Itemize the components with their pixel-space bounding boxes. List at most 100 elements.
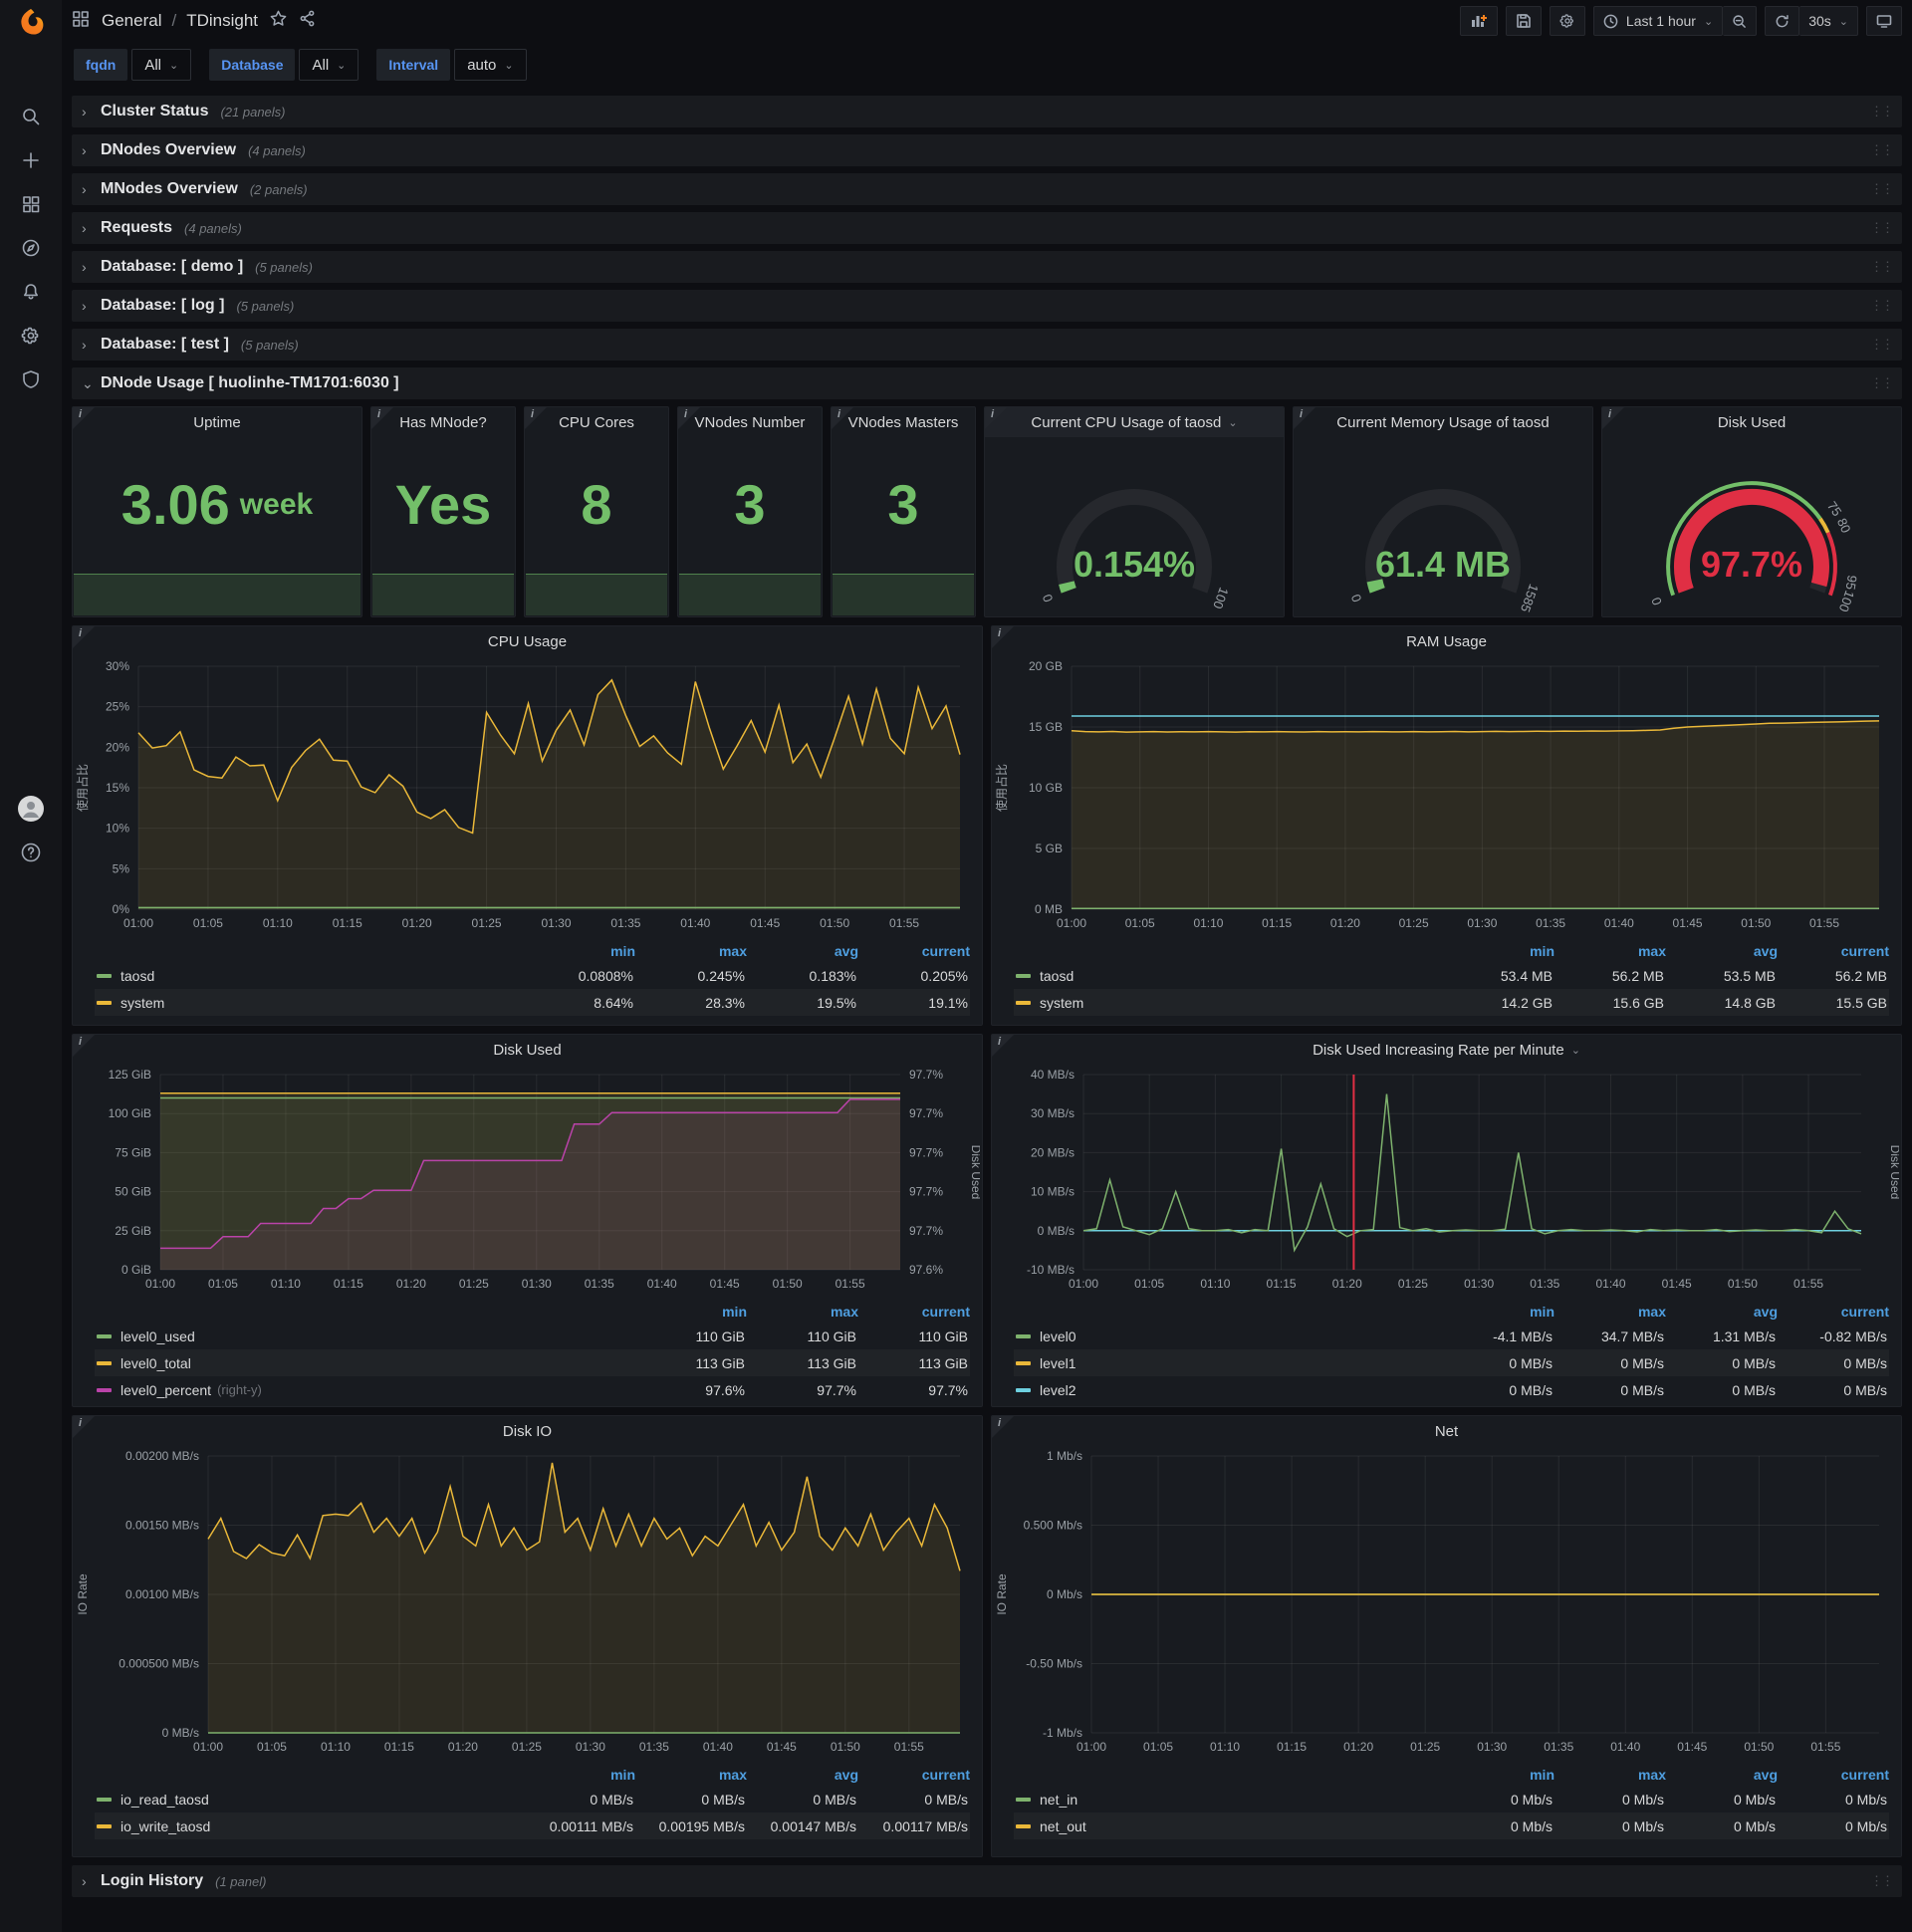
legend-column-header[interactable]: min <box>635 1304 747 1320</box>
legend-column-header[interactable]: min <box>1443 943 1554 959</box>
panel-title[interactable]: Uptime <box>193 414 241 431</box>
help-icon[interactable] <box>0 836 62 869</box>
variable-label[interactable]: fqdn <box>74 49 128 81</box>
panel-title[interactable]: Net <box>1435 1423 1458 1440</box>
save-dashboard-button[interactable] <box>1505 6 1542 36</box>
panel-info-corner[interactable] <box>73 1416 95 1438</box>
row-header-database-log[interactable]: › Database: [ log ] (5 panels) ⋮⋮ <box>72 290 1902 322</box>
row-header-mnodes-overview[interactable]: › MNodes Overview (2 panels) ⋮⋮ <box>72 173 1902 205</box>
panel-info-corner[interactable] <box>73 626 95 648</box>
panel-info-corner[interactable] <box>992 1416 1014 1438</box>
legend-row-taosd[interactable]: taosd 0.0808% 0.245% 0.183% 0.205% <box>95 962 970 989</box>
panel-title[interactable]: RAM Usage <box>1406 633 1487 650</box>
legend-row-net-out[interactable]: net_out 0 Mb/s 0 Mb/s 0 Mb/s 0 Mb/s <box>1014 1812 1889 1839</box>
legend-column-header[interactable]: max <box>635 943 747 959</box>
legend-row-level1[interactable]: level1 0 MB/s 0 MB/s 0 MB/s 0 MB/s <box>1014 1349 1889 1376</box>
legend-row-system[interactable]: system 8.64% 28.3% 19.5% 19.1% <box>95 989 970 1016</box>
legend-column-header[interactable]: avg <box>1666 1304 1778 1320</box>
drag-handle-icon[interactable]: ⋮⋮ <box>1870 181 1894 197</box>
star-icon[interactable] <box>270 10 287 32</box>
breadcrumb-section[interactable]: General <box>102 11 161 31</box>
grafana-logo[interactable] <box>0 0 62 44</box>
panel-info-corner[interactable] <box>1602 407 1624 429</box>
legend-row-total[interactable]: total15.9 GB15.9 GB15.9 GB15.9 GB <box>1014 1016 1889 1026</box>
row-header-cluster-status[interactable]: › Cluster Status (21 panels) ⋮⋮ <box>72 96 1902 127</box>
drag-handle-icon[interactable]: ⋮⋮ <box>1870 375 1894 391</box>
legend-row-system[interactable]: system 14.2 GB 15.6 GB 14.8 GB 15.5 GB <box>1014 989 1889 1016</box>
row-header-database-test[interactable]: › Database: [ test ] (5 panels) ⋮⋮ <box>72 329 1902 361</box>
legend-column-header[interactable]: current <box>858 1304 970 1320</box>
drag-handle-icon[interactable]: ⋮⋮ <box>1870 104 1894 120</box>
panel-info-corner[interactable] <box>985 407 1007 429</box>
dashboards-grid-icon[interactable] <box>0 187 62 221</box>
refresh-interval-dropdown[interactable]: 30s ⌄ <box>1799 6 1858 36</box>
row-header-database-demo[interactable]: › Database: [ demo ] (5 panels) ⋮⋮ <box>72 251 1902 283</box>
legend-row-io-read-taosd[interactable]: io_read_taosd 0 MB/s 0 MB/s 0 MB/s 0 MB/s <box>95 1786 970 1812</box>
disk-used-increasing-rate-per-minute-chart[interactable]: -10 MB/s 0 MB/s 10 MB/s 20 MB/s 30 MB/s 40 MB… <box>992 1065 1901 1296</box>
disk-io-chart[interactable]: 0 MB/s 0.000500 MB/s 0.00100 MB/s 0.00150 M… <box>73 1446 980 1759</box>
drag-handle-icon[interactable]: ⋮⋮ <box>1870 1873 1894 1889</box>
breadcrumb-page[interactable]: TDinsight <box>186 11 258 31</box>
alerting-bell-icon[interactable] <box>0 275 62 309</box>
variable-value-dropdown[interactable]: All ⌄ <box>299 49 359 81</box>
drag-handle-icon[interactable]: ⋮⋮ <box>1870 220 1894 236</box>
net-chart[interactable]: -1 Mb/s -0.50 Mb/s 0 Mb/s 0.500 Mb/s 1 Mb/s 0… <box>992 1446 1899 1759</box>
panel-title[interactable]: Disk Used <box>1718 414 1786 431</box>
panel-info-corner[interactable] <box>992 1035 1014 1057</box>
legend-column-header[interactable]: current <box>1778 1767 1889 1783</box>
dashboard-settings-button[interactable] <box>1549 6 1585 36</box>
legend-column-header[interactable]: max <box>1554 1767 1666 1783</box>
admin-shield-icon[interactable] <box>0 362 62 396</box>
panel-info-corner[interactable] <box>73 407 95 429</box>
panel-title[interactable]: Disk Used <box>493 1042 561 1059</box>
legend-row-level0-total[interactable]: level0_total 113 GiB 113 GiB 113 GiB <box>95 1349 970 1376</box>
legend-column-header[interactable]: current <box>858 943 970 959</box>
row-header-requests[interactable]: › Requests (4 panels) ⋮⋮ <box>72 212 1902 244</box>
panel-info-corner[interactable] <box>678 407 700 429</box>
legend-column-header[interactable]: max <box>747 1304 858 1320</box>
variable-label[interactable]: Interval <box>376 49 451 81</box>
panel-info-corner[interactable] <box>992 626 1014 648</box>
ram-usage-chart[interactable]: 0 MB 5 GB 10 GB 15 GB 20 GB 01:00 01:05 01:10 01… <box>992 656 1899 935</box>
panel-info-corner[interactable] <box>525 407 547 429</box>
legend-row-level0-percent[interactable]: level0_percent (right-y) 97.6% 97.7% 97.7% <box>95 1376 970 1403</box>
legend-column-header[interactable]: max <box>1554 943 1666 959</box>
drag-handle-icon[interactable]: ⋮⋮ <box>1870 337 1894 353</box>
legend-column-header[interactable]: avg <box>747 1767 858 1783</box>
variable-label[interactable]: Database <box>209 49 296 81</box>
panel-title[interactable]: Current Memory Usage of taosd <box>1336 414 1549 431</box>
refresh-button[interactable] <box>1765 6 1800 36</box>
panel-title[interactable]: VNodes Number <box>695 414 806 431</box>
panel-title[interactable]: CPU Cores <box>559 414 634 431</box>
panel-title[interactable]: Current CPU Usage of taosd <box>1031 414 1221 431</box>
explore-compass-icon[interactable] <box>0 231 62 265</box>
share-icon[interactable] <box>299 10 316 32</box>
row-header-login-history[interactable]: › Login History (1 panel) ⋮⋮ <box>72 1865 1902 1897</box>
legend-column-header[interactable]: current <box>1778 943 1889 959</box>
legend-row-level2[interactable]: level2 0 MB/s 0 MB/s 0 MB/s 0 MB/s <box>1014 1376 1889 1403</box>
cpu-usage-chart[interactable]: 0% 5% 10% 15% 20% 25% 30% 01:00 01:05 01:10 01:15 0… <box>73 656 980 935</box>
cycle-view-mode-button[interactable] <box>1866 6 1902 36</box>
legend-column-header[interactable]: current <box>858 1767 970 1783</box>
drag-handle-icon[interactable]: ⋮⋮ <box>1870 142 1894 158</box>
zoom-out-button[interactable] <box>1723 6 1758 36</box>
user-avatar[interactable] <box>0 792 62 826</box>
legend-column-header[interactable]: max <box>1554 1304 1666 1320</box>
legend-row-taosd[interactable]: taosd 53.4 MB 56.2 MB 53.5 MB 56.2 MB <box>1014 962 1889 989</box>
panel-info-corner[interactable] <box>832 407 853 429</box>
row-header-dnodes-overview[interactable]: › DNodes Overview (4 panels) ⋮⋮ <box>72 134 1902 166</box>
panel-title[interactable]: VNodes Masters <box>848 414 959 431</box>
disk-used-chart[interactable]: 0 GiB 97.6% 25 GiB 97.7% 50 GiB 97.7% 75 GiB 97… <box>73 1065 982 1296</box>
panel-title[interactable]: Has MNode? <box>399 414 487 431</box>
legend-row-level0-used[interactable]: level0_used 110 GiB 110 GiB 110 GiB <box>95 1323 970 1349</box>
row-header-dnode-usage[interactable]: ⌄ DNode Usage [ huolinhe-TM1701:6030 ] ⋮… <box>72 367 1902 399</box>
legend-column-header[interactable]: max <box>635 1767 747 1783</box>
time-picker-button[interactable]: Last 1 hour ⌄ <box>1592 6 1724 36</box>
panel-info-corner[interactable] <box>73 1035 95 1057</box>
legend-column-header[interactable]: min <box>1443 1304 1554 1320</box>
legend-column-header[interactable]: avg <box>747 943 858 959</box>
add-panel-button[interactable] <box>1459 6 1498 36</box>
panel-title[interactable]: Disk IO <box>503 1423 552 1440</box>
legend-column-header[interactable]: current <box>1778 1304 1889 1320</box>
panel-title[interactable]: Disk Used Increasing Rate per Minute <box>1313 1042 1564 1059</box>
